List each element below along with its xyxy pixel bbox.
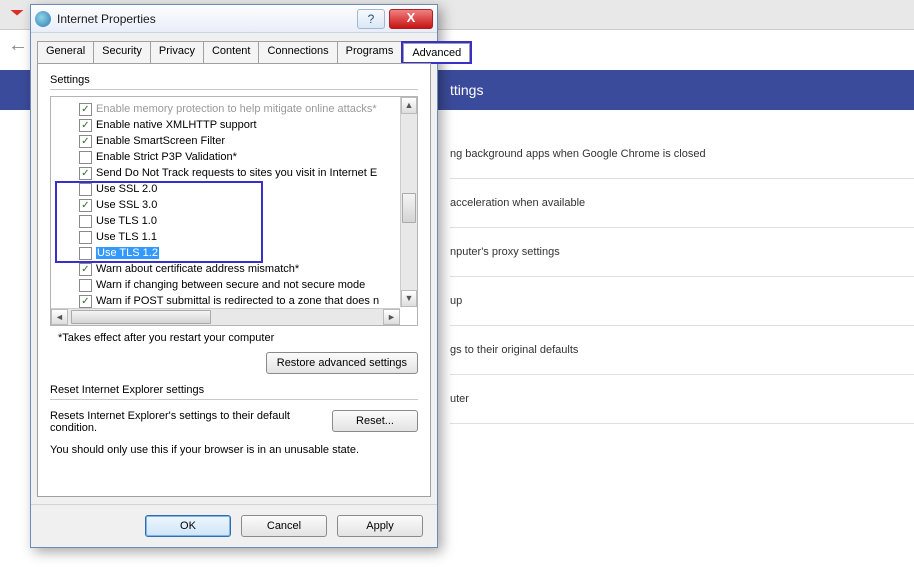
chrome-row: nputer's proxy settings: [450, 228, 914, 277]
checkbox[interactable]: [79, 151, 92, 164]
checkbox[interactable]: [79, 247, 92, 260]
globe-icon: [35, 11, 51, 27]
chrome-row: up: [450, 277, 914, 326]
settings-group-label: Settings: [50, 74, 418, 86]
checkbox[interactable]: [79, 279, 92, 292]
option-label: Warn if POST submittal is redirected to …: [96, 295, 379, 307]
horizontal-scrollbar[interactable]: ◄ ►: [51, 308, 400, 325]
settings-tree[interactable]: Enable memory protection to help mitigat…: [50, 96, 418, 326]
option-label: Enable native XMLHTTP support: [96, 119, 257, 131]
option-label: Warn if changing between secure and not …: [96, 279, 365, 291]
checkbox[interactable]: [79, 135, 92, 148]
scroll-up-arrow[interactable]: ▲: [401, 97, 417, 114]
option-row[interactable]: Enable native XMLHTTP support: [53, 117, 417, 133]
scroll-left-arrow[interactable]: ◄: [51, 309, 68, 325]
option-row[interactable]: Use TLS 1.0: [53, 213, 417, 229]
checkbox[interactable]: [79, 215, 92, 228]
advanced-tab-highlight: Advanced: [401, 41, 472, 64]
checkbox[interactable]: [79, 183, 92, 196]
option-label: Use TLS 1.0: [96, 215, 157, 227]
option-row[interactable]: Enable Strict P3P Validation*: [53, 149, 417, 165]
checkbox[interactable]: [79, 295, 92, 308]
option-label: Enable SmartScreen Filter: [96, 135, 225, 147]
titlebar[interactable]: Internet Properties ? X: [31, 5, 437, 33]
tab-content[interactable]: Content: [203, 41, 260, 64]
reset-warning: You should only use this if your browser…: [50, 444, 418, 456]
option-row[interactable]: Send Do Not Track requests to sites you …: [53, 165, 417, 181]
checkbox[interactable]: [79, 199, 92, 212]
checkbox[interactable]: [79, 103, 92, 116]
checkbox[interactable]: [79, 263, 92, 276]
tab-advanced[interactable]: Advanced: [403, 43, 470, 62]
scroll-thumb[interactable]: [402, 193, 416, 223]
option-label: Enable Strict P3P Validation*: [96, 151, 237, 163]
tab-general[interactable]: General: [37, 41, 94, 64]
advanced-panel: Settings Enable memory protection to hel…: [37, 63, 431, 497]
checkbox[interactable]: [79, 119, 92, 132]
chrome-row: ng background apps when Google Chrome is…: [450, 130, 914, 179]
tab-security[interactable]: Security: [93, 41, 151, 64]
close-button[interactable]: X: [389, 9, 433, 29]
option-label: Use SSL 2.0: [96, 183, 157, 195]
tab-connections[interactable]: Connections: [258, 41, 337, 64]
tabs: General Security Privacy Content Connect…: [37, 41, 431, 64]
cancel-button[interactable]: Cancel: [241, 515, 327, 537]
option-row[interactable]: Use TLS 1.1: [53, 229, 417, 245]
divider: [50, 89, 418, 90]
chrome-row: gs to their original defaults: [450, 326, 914, 375]
gmail-icon: [10, 10, 24, 20]
scroll-right-arrow[interactable]: ►: [383, 309, 400, 325]
tab-privacy[interactable]: Privacy: [150, 41, 204, 64]
option-label: Warn about certificate address mismatch*: [96, 263, 299, 275]
vertical-scrollbar[interactable]: ▲ ▼: [400, 97, 417, 307]
divider: [50, 399, 418, 400]
option-label: Use TLS 1.2: [96, 247, 159, 259]
option-row[interactable]: Warn if changing between secure and not …: [53, 277, 417, 293]
restart-note: *Takes effect after you restart your com…: [58, 332, 418, 344]
option-row[interactable]: Warn about certificate address mismatch*: [53, 261, 417, 277]
dialog-button-row: OK Cancel Apply: [31, 504, 437, 547]
apply-button[interactable]: Apply: [337, 515, 423, 537]
hscroll-thumb[interactable]: [71, 310, 211, 324]
option-row[interactable]: Warn if POST submittal is redirected to …: [53, 293, 417, 309]
chrome-row: uter: [450, 375, 914, 424]
restore-advanced-button[interactable]: Restore advanced settings: [266, 352, 418, 374]
reset-button[interactable]: Reset...: [332, 410, 418, 432]
ok-button[interactable]: OK: [145, 515, 231, 537]
option-label: Use SSL 3.0: [96, 199, 157, 211]
option-label: Send Do Not Track requests to sites you …: [96, 167, 377, 179]
help-button[interactable]: ?: [357, 9, 385, 29]
option-row[interactable]: Use TLS 1.2: [53, 245, 417, 261]
checkbox[interactable]: [79, 231, 92, 244]
option-row[interactable]: Use SSL 3.0: [53, 197, 417, 213]
option-label: Use TLS 1.1: [96, 231, 157, 243]
chrome-row: acceleration when available: [450, 179, 914, 228]
option-row[interactable]: Enable SmartScreen Filter: [53, 133, 417, 149]
tab-programs[interactable]: Programs: [337, 41, 403, 64]
option-row[interactable]: Enable memory protection to help mitigat…: [53, 101, 417, 117]
reset-group-label: Reset Internet Explorer settings: [50, 384, 418, 396]
dialog-title: Internet Properties: [57, 12, 357, 26]
checkbox[interactable]: [79, 167, 92, 180]
reset-description: Resets Internet Explorer's settings to t…: [50, 410, 324, 434]
back-arrow-icon[interactable]: ←: [8, 34, 28, 57]
option-label: Enable memory protection to help mitigat…: [96, 103, 377, 115]
scroll-down-arrow[interactable]: ▼: [401, 290, 417, 307]
internet-properties-dialog: Internet Properties ? X General Security…: [30, 4, 438, 548]
option-row[interactable]: Use SSL 2.0: [53, 181, 417, 197]
